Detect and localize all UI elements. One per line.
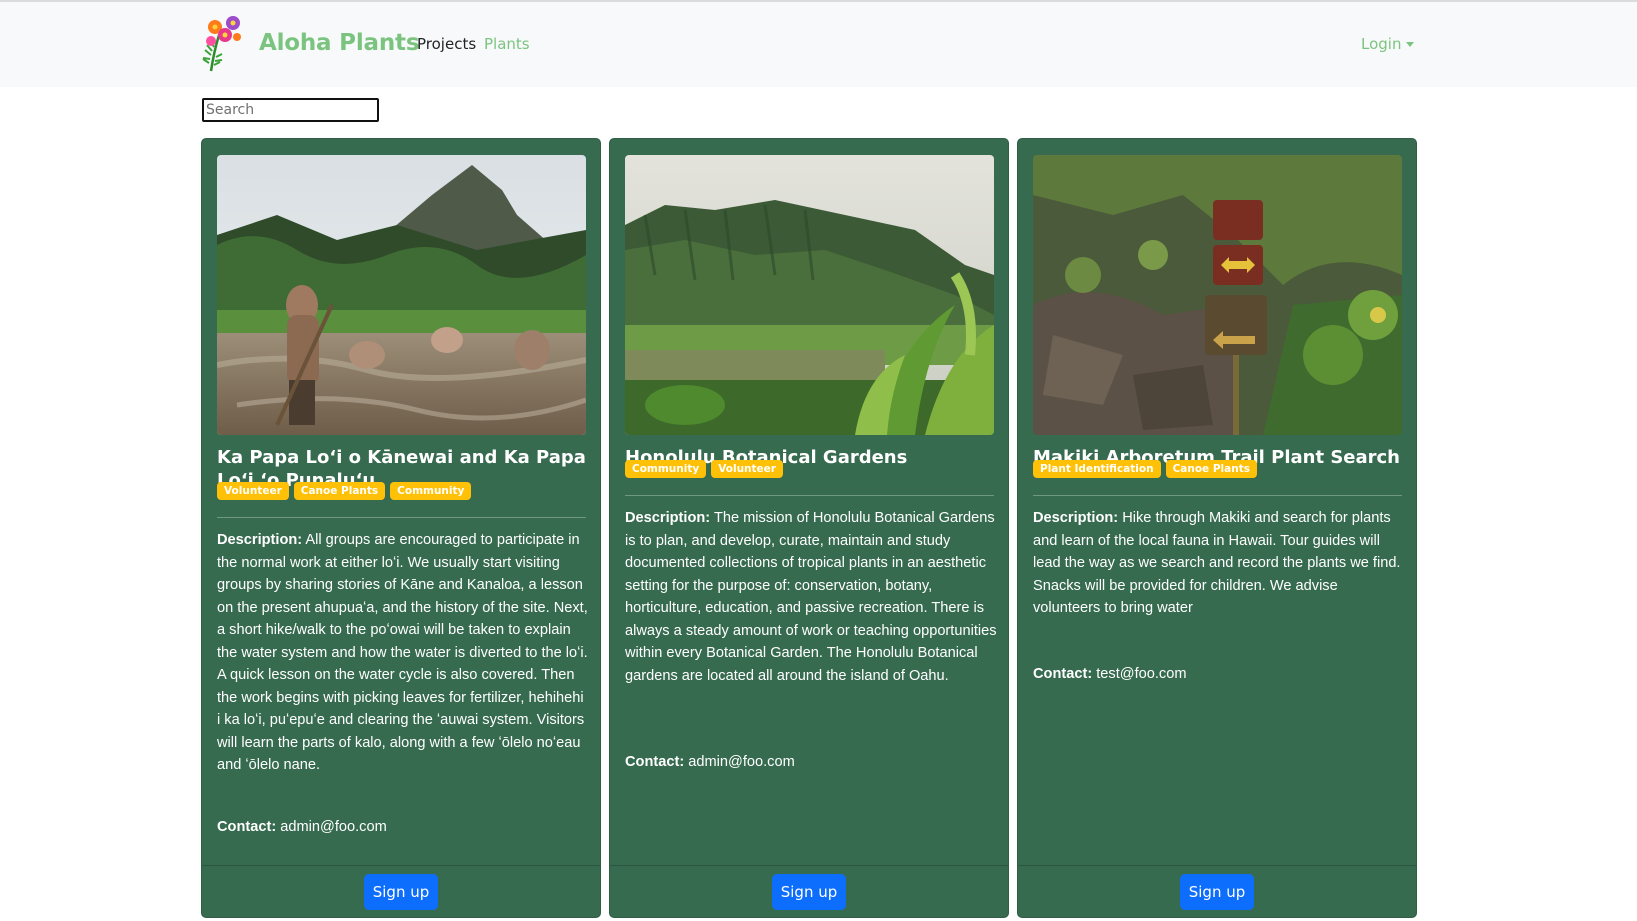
card-image xyxy=(217,155,586,435)
nav-link-plants[interactable]: Plants xyxy=(484,35,530,53)
card-contact: Contact: admin@foo.com xyxy=(217,816,387,838)
card-image xyxy=(625,155,994,435)
trail-sign-photo xyxy=(1033,155,1402,435)
sign-up-button[interactable]: Sign up xyxy=(364,874,438,910)
search-input[interactable] xyxy=(202,98,379,122)
badge: Community xyxy=(390,482,472,500)
project-card: Honolulu Botanical Gardens Community Vol… xyxy=(609,138,1009,918)
contact-label: Contact: xyxy=(625,754,685,770)
caret-down-icon xyxy=(1406,41,1415,47)
badge-list: Community Volunteer xyxy=(625,460,783,478)
card-footer: Sign up xyxy=(610,865,1008,917)
contact-email: admin@foo.com xyxy=(688,754,795,770)
badge-list: Plant Identification Canoe Plants xyxy=(1033,460,1257,478)
botanical-garden-photo xyxy=(625,155,994,435)
card-contact: Contact: test@foo.com xyxy=(1033,663,1187,685)
badge: Community xyxy=(625,460,707,478)
description-label: Description: xyxy=(217,532,303,548)
divider xyxy=(625,495,994,496)
nav-link-projects[interactable]: Projects xyxy=(417,35,476,53)
project-card: Makiki Arboretum Trail Plant Search Plan… xyxy=(1017,138,1417,918)
contact-label: Contact: xyxy=(217,819,277,835)
sign-up-button[interactable]: Sign up xyxy=(772,874,846,910)
contact-label: Contact: xyxy=(1033,666,1093,682)
badge: Volunteer xyxy=(711,460,783,478)
contact-email: test@foo.com xyxy=(1096,666,1187,682)
card-description: Description: Hike through Makiki and sea… xyxy=(1033,507,1405,620)
contact-email: admin@foo.com xyxy=(280,819,387,835)
badge: Plant Identification xyxy=(1033,460,1161,478)
card-image xyxy=(1033,155,1402,435)
divider xyxy=(217,517,586,518)
card-description: Description: The mission of Honolulu Bot… xyxy=(625,507,997,687)
hibiscus-logo-icon xyxy=(202,16,241,72)
card-description: Description: All groups are encouraged t… xyxy=(217,529,589,777)
badge: Canoe Plants xyxy=(293,482,386,500)
description-label: Description: xyxy=(625,510,711,526)
badge-list: Volunteer Canoe Plants Community xyxy=(217,482,472,500)
card-footer: Sign up xyxy=(1018,865,1416,917)
divider xyxy=(1033,495,1402,496)
brand-link[interactable]: Aloha Plants xyxy=(201,13,420,73)
card-contact: Contact: admin@foo.com xyxy=(625,751,795,773)
badge: Volunteer xyxy=(217,482,289,500)
description-text: All groups are encouraged to participate… xyxy=(217,532,588,773)
taro-field-photo xyxy=(217,155,586,435)
description-text: The mission of Honolulu Botanical Garden… xyxy=(625,510,997,684)
sign-up-button[interactable]: Sign up xyxy=(1180,874,1254,910)
navbar: Aloha Plants Projects Plants Login xyxy=(0,2,1637,87)
card-footer: Sign up xyxy=(202,865,600,917)
badge: Canoe Plants xyxy=(1165,460,1257,478)
brand-name: Aloha Plants xyxy=(259,30,420,56)
project-card: Ka Papa Loʻi o Kānewai and Ka Papa Loʻi … xyxy=(201,138,601,918)
login-label: Login xyxy=(1361,35,1402,53)
description-label: Description: xyxy=(1033,510,1119,526)
login-dropdown[interactable]: Login xyxy=(1361,35,1415,53)
